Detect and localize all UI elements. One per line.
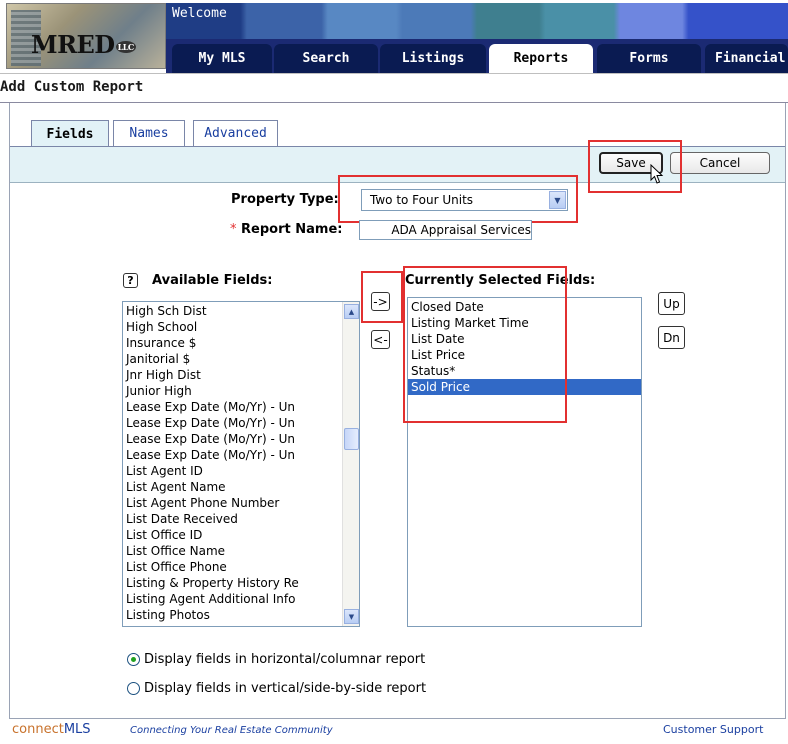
available-fields-scrollbar[interactable]: ▲ ▼ [342, 302, 359, 626]
cancel-button[interactable]: Cancel [670, 152, 770, 174]
radio-vertical-option[interactable]: Display fields in vertical/side-by-side … [127, 681, 426, 696]
radio-horizontal[interactable] [127, 653, 140, 666]
remove-field-button[interactable]: <- [371, 330, 390, 349]
report-name-label: * Report Name: [230, 222, 343, 237]
chevron-down-icon[interactable]: ▼ [549, 191, 566, 209]
available-field-item[interactable]: List Date Received [123, 511, 359, 527]
scroll-thumb[interactable] [344, 428, 359, 450]
available-fields-label: Available Fields: [152, 273, 273, 288]
radio-horizontal-option[interactable]: Display fields in horizontal/columnar re… [127, 652, 425, 667]
selected-field-item[interactable]: Status* [408, 363, 641, 379]
available-field-item[interactable]: List Office Phone [123, 559, 359, 575]
mred-logo[interactable]: MRED LLC [6, 3, 166, 69]
footer-divider [9, 718, 786, 719]
frame-right-border [785, 103, 786, 718]
selected-fields-label: Currently Selected Fields: [405, 273, 596, 288]
available-field-item[interactable]: Junior High [123, 383, 359, 399]
available-field-item[interactable]: Janitorial $ [123, 351, 359, 367]
available-field-item[interactable]: High Sch Dist [123, 303, 359, 319]
subtab-fields[interactable]: Fields [31, 120, 109, 147]
report-name-input[interactable]: ADA Appraisal Services [359, 220, 532, 240]
required-marker: * [230, 222, 237, 237]
add-field-button[interactable]: -> [371, 292, 390, 311]
subtab-advanced[interactable]: Advanced [193, 120, 278, 146]
available-field-item[interactable]: Lease Exp Date (Mo/Yr) - Un [123, 431, 359, 447]
tab-financial[interactable]: Financial [705, 44, 788, 73]
available-field-item[interactable]: Lease Exp Date (Mo/Yr) - Un [123, 415, 359, 431]
selected-field-item[interactable]: Listing Market Time [408, 315, 641, 331]
footer-tagline: Connecting Your Real Estate Community [130, 725, 333, 736]
available-field-item[interactable]: List Office Name [123, 543, 359, 559]
subtab-names[interactable]: Names [113, 120, 185, 146]
welcome-text: Welcome [172, 6, 227, 21]
header-divider [0, 73, 788, 74]
available-field-item[interactable]: List Agent Name [123, 479, 359, 495]
available-fields-list[interactable]: High Sch Dist High School Insurance $ Janit… [122, 301, 360, 627]
property-type-value: Two to Four Units [370, 193, 474, 207]
available-field-item[interactable]: List Agent ID [123, 463, 359, 479]
available-field-item[interactable]: List Office ID [123, 527, 359, 543]
property-type-select[interactable]: Two to Four Units ▼ [361, 189, 568, 211]
mouse-cursor-icon [650, 164, 664, 184]
scroll-up-icon[interactable]: ▲ [344, 304, 359, 319]
available-field-item[interactable]: Lease Exp Date (Mo/Yr) - Un [123, 399, 359, 415]
page-title: Add Custom Report [0, 79, 144, 95]
available-field-item[interactable]: Jnr High Dist [123, 367, 359, 383]
move-down-button[interactable]: Dn [658, 326, 685, 349]
available-field-item[interactable]: Listing Photos [123, 607, 359, 623]
connectmls-brand: connectMLS [12, 722, 91, 737]
radio-vertical[interactable] [127, 682, 140, 695]
selected-field-item[interactable]: Closed Date [408, 299, 641, 315]
selected-field-item[interactable]: List Price [408, 347, 641, 363]
logo-text: MRED LLC [31, 30, 136, 59]
move-up-button[interactable]: Up [658, 292, 685, 315]
welcome-band [166, 3, 788, 39]
selected-field-item[interactable]: List Date [408, 331, 641, 347]
tab-forms[interactable]: Forms [597, 44, 701, 73]
available-field-item[interactable]: List Agent Phone Number [123, 495, 359, 511]
selected-fields-list[interactable]: Closed Date Listing Market Time List Date L… [407, 297, 642, 627]
available-field-item[interactable]: Listing & Property History Re [123, 575, 359, 591]
available-field-item[interactable]: Insurance $ [123, 335, 359, 351]
frame-left-border [9, 103, 10, 718]
tab-search[interactable]: Search [274, 44, 378, 73]
help-icon[interactable]: ? [123, 273, 138, 288]
selected-field-item[interactable]: Sold Price [408, 379, 641, 395]
tab-listings[interactable]: Listings [380, 44, 486, 73]
customer-support-link[interactable]: Customer Support [663, 723, 763, 736]
title-divider [0, 102, 788, 103]
scroll-down-icon[interactable]: ▼ [344, 609, 359, 624]
toolbar [10, 146, 785, 183]
property-type-label: Property Type: [231, 192, 339, 207]
tab-my-mls[interactable]: My MLS [172, 44, 272, 73]
radio-horizontal-label: Display fields in horizontal/columnar re… [144, 652, 426, 667]
available-field-item[interactable]: Listing Agent Additional Info [123, 591, 359, 607]
available-field-item[interactable]: Lease Exp Date (Mo/Yr) - Un [123, 447, 359, 463]
available-field-item[interactable]: High School [123, 319, 359, 335]
tab-reports[interactable]: Reports [489, 44, 593, 73]
radio-vertical-label: Display fields in vertical/side-by-side … [144, 681, 427, 696]
